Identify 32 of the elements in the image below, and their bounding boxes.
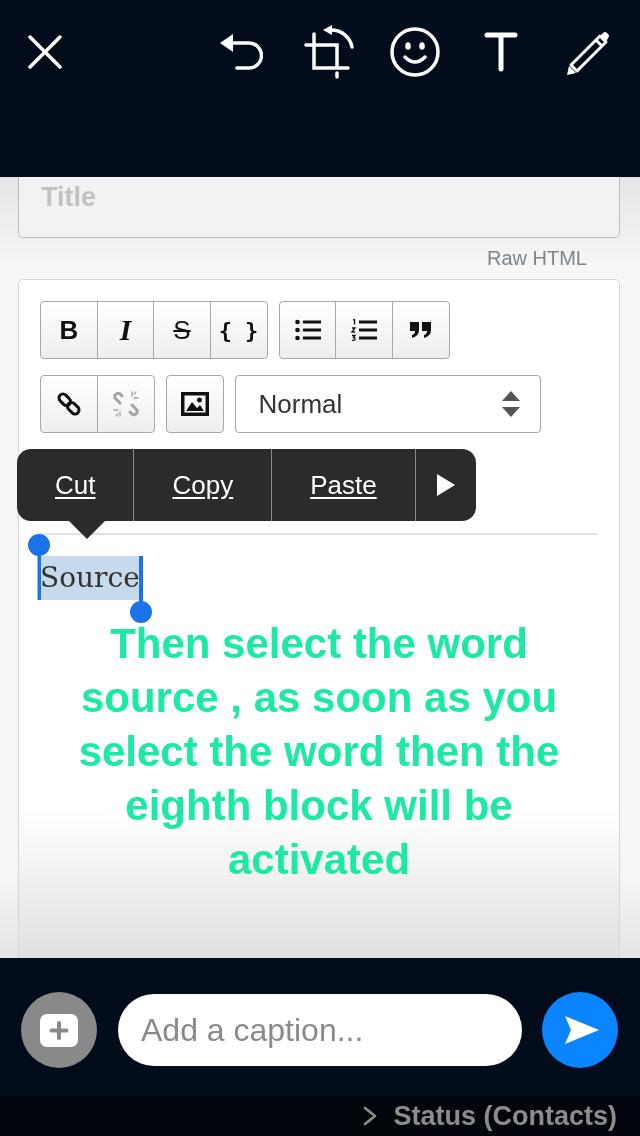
numbered-list-button[interactable]	[335, 301, 393, 359]
menu-item[interactable]: Paste	[271, 449, 415, 521]
numbered-list-icon	[351, 319, 377, 341]
plus-square-icon	[40, 1013, 78, 1047]
quote-button[interactable]	[391, 301, 450, 359]
link-icon	[55, 390, 83, 418]
strikethrough-button[interactable]: S	[153, 301, 211, 359]
crop-rotate-icon[interactable]	[304, 25, 354, 79]
chevron-right-icon	[363, 1106, 378, 1126]
selected-text[interactable]: Source	[40, 556, 140, 600]
text-tool-icon[interactable]	[484, 32, 518, 72]
image-icon	[180, 392, 209, 416]
menu-item[interactable]: Copy	[133, 449, 272, 521]
bold-button[interactable]: B	[40, 301, 98, 359]
send-icon	[565, 1016, 599, 1044]
annotation-text: Then select the word source , as soon as you select the word then the eighth block will be activated	[77, 619, 561, 885]
code-button[interactable]: { }	[209, 301, 268, 359]
undo-icon[interactable]	[220, 34, 263, 70]
style-select[interactable]: Normal	[234, 375, 541, 433]
quote-icon	[409, 322, 432, 338]
close-icon[interactable]	[28, 35, 62, 69]
next-arrow-icon	[436, 474, 455, 496]
link-button[interactable]	[40, 375, 98, 433]
broken-link-icon	[111, 390, 140, 418]
menu-item[interactable]: Cut	[17, 449, 134, 521]
bullet-list-icon	[294, 319, 321, 341]
image-button[interactable]	[165, 375, 224, 433]
caption-field[interactable]: Add a caption...	[118, 994, 522, 1066]
emoji-icon[interactable]	[390, 27, 440, 77]
italic-button[interactable]: I	[96, 301, 155, 359]
bullet-list-button[interactable]	[278, 301, 337, 359]
sort-arrows-icon	[501, 391, 520, 417]
